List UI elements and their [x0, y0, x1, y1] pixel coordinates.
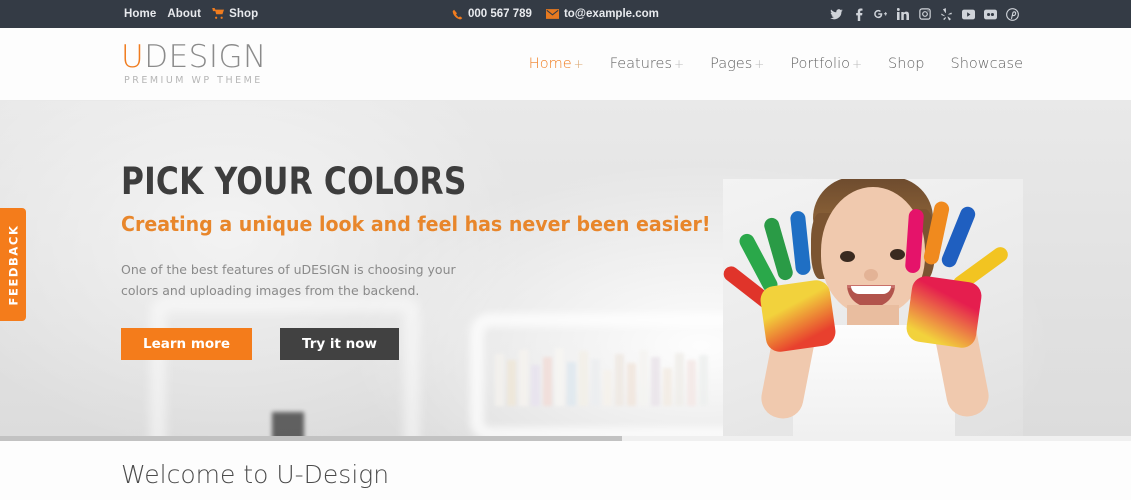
nav-item-portfolio[interactable]: Portfolio +	[790, 56, 862, 72]
nav-item-showcase[interactable]: Showcase	[951, 56, 1023, 72]
yelp-icon[interactable]	[940, 7, 953, 21]
main-navigation: Home + Features + Pages + Portfolio + Shop S…	[529, 56, 1023, 72]
logo-letter-u: U	[121, 39, 145, 76]
painted-palm-right	[904, 274, 984, 350]
slider-progress-bar[interactable]	[0, 436, 1131, 441]
social-icon-bar	[830, 7, 1019, 21]
child-eye-right	[890, 249, 905, 260]
topbar-link-home[interactable]: Home	[124, 8, 156, 20]
googleplus-icon[interactable]	[874, 8, 887, 21]
painted-palm-left	[758, 278, 838, 354]
hero-paragraph: One of the best features of uDESIGN is c…	[121, 262, 456, 298]
email-address: to@example.com	[563, 8, 659, 20]
top-bar: Home About Shop 000 567 789 to@example.c…	[0, 0, 1131, 28]
child-eye-left	[840, 251, 855, 262]
hero-subheading: Creating a unique look and feel has neve…	[121, 212, 711, 236]
hero-text-block: PICK YOUR COLORS Creating a unique look …	[121, 160, 742, 361]
email-contact[interactable]: to@example.com	[545, 8, 659, 20]
topbar-link-shop-label: Shop	[229, 8, 259, 20]
try-it-now-button[interactable]: Try it now	[280, 328, 400, 361]
logo-letters-design: DESIGN	[144, 39, 267, 76]
chevron-plus-icon: +	[851, 57, 863, 71]
linkedin-icon[interactable]	[896, 8, 909, 21]
child-nose	[864, 269, 878, 281]
page-title: Welcome to U-Design	[121, 460, 390, 489]
logo-tagline: PREMIUM WP THEME	[124, 75, 263, 87]
chevron-plus-icon: +	[674, 57, 685, 71]
nav-item-shop[interactable]: Shop	[888, 56, 924, 72]
chevron-plus-icon: +	[573, 57, 584, 71]
nav-item-pages-label: Pages	[710, 56, 753, 72]
feedback-tab-label: FEEDBACK	[6, 224, 20, 305]
feedback-tab[interactable]: FEEDBACK	[0, 208, 26, 321]
nav-item-home[interactable]: Home +	[529, 56, 584, 72]
child-teeth	[851, 286, 891, 294]
youtube-icon[interactable]	[962, 8, 975, 21]
learn-more-button[interactable]: Learn more	[121, 328, 252, 361]
hero-button-group: Learn more Try it now	[121, 328, 742, 361]
instagram-icon[interactable]	[918, 8, 931, 21]
phone-icon	[452, 9, 463, 20]
nav-item-features[interactable]: Features +	[610, 56, 684, 72]
facebook-icon[interactable]	[852, 7, 865, 21]
flickr-icon[interactable]	[984, 8, 997, 21]
hero-slider: PICK YOUR COLORS Creating a unique look …	[0, 101, 1131, 441]
nav-item-pages[interactable]: Pages +	[710, 56, 764, 72]
slider-progress-fill	[0, 436, 623, 441]
envelope-icon	[545, 9, 559, 19]
topbar-link-shop[interactable]: Shop	[212, 7, 259, 21]
logo-wordmark: UDESIGN	[121, 42, 267, 73]
page-content: Welcome to U-Design	[0, 441, 1131, 500]
nav-item-features-label: Features	[609, 56, 673, 72]
cart-icon	[212, 7, 225, 21]
chevron-plus-icon: +	[754, 57, 765, 71]
site-logo[interactable]: UDESIGN PREMIUM WP THEME	[121, 42, 267, 86]
pinterest-icon[interactable]	[1006, 7, 1019, 21]
nav-item-portfolio-label: Portfolio	[790, 56, 850, 72]
topbar-left-links: Home About Shop	[124, 7, 259, 21]
topbar-contact-info: 000 567 789 to@example.com	[452, 8, 659, 20]
twitter-icon[interactable]	[830, 8, 843, 21]
phone-contact[interactable]: 000 567 789	[452, 8, 532, 20]
nav-item-home-label: Home	[528, 56, 572, 72]
hero-heading: PICK YOUR COLORS	[121, 160, 467, 203]
phone-number: 000 567 789	[468, 8, 532, 20]
hero-photo	[723, 179, 1023, 441]
site-header: UDESIGN PREMIUM WP THEME Home + Features +…	[0, 28, 1131, 101]
topbar-link-about[interactable]: About	[167, 8, 201, 20]
